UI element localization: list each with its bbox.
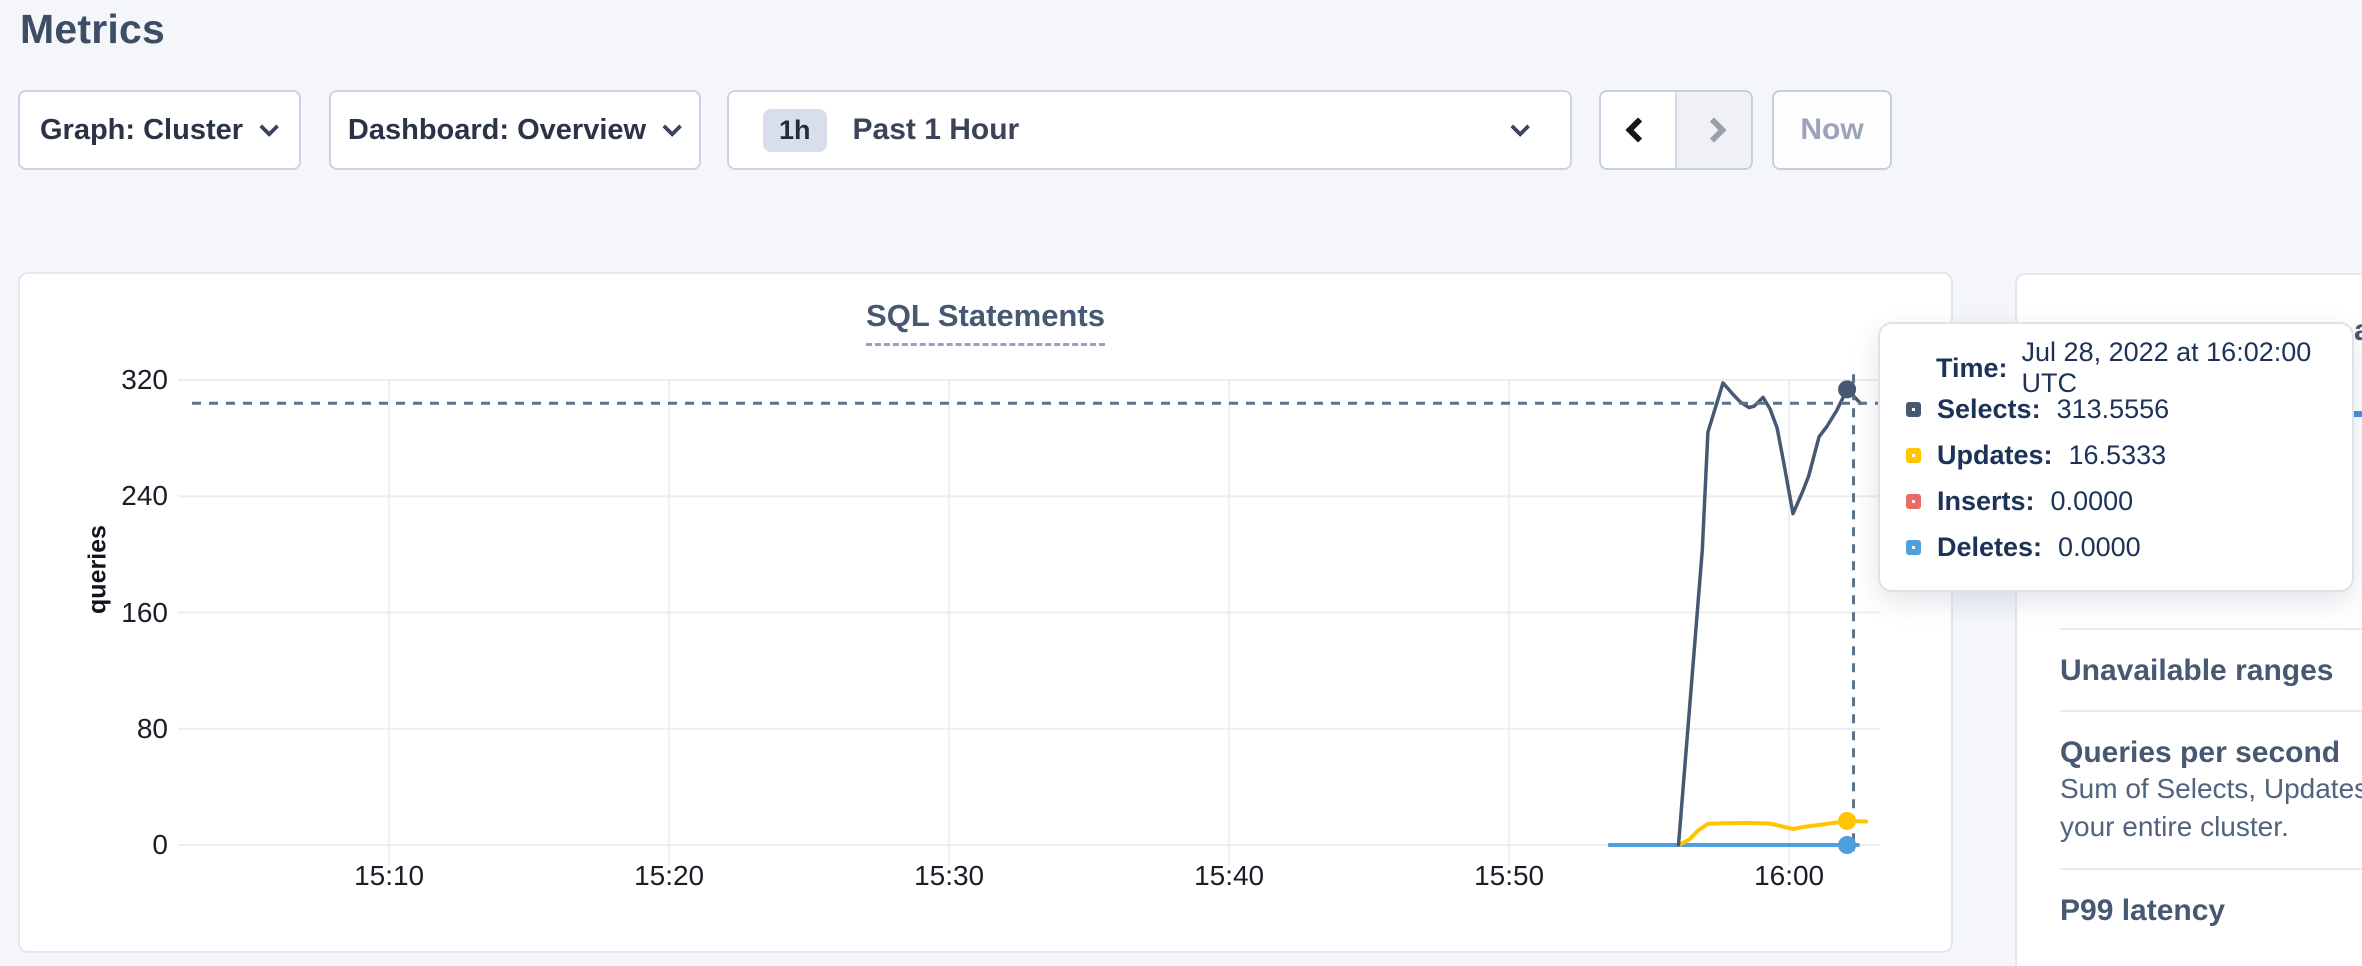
sidebar-section-heading: Unavailable ranges (2060, 654, 2362, 688)
sidebar-section-heading: Queries per second (2060, 736, 2362, 770)
tooltip-series-name: Updates: (1937, 440, 2053, 471)
time-range-badge: 1h (763, 109, 827, 152)
time-pager (1599, 90, 1753, 170)
metrics-page: Metrics Graph: Cluster Dashboard: Overvi… (0, 0, 2362, 966)
sidebar-section-description: Sum of Selects, Updates, Inser (2060, 770, 2362, 808)
chart-title-wrap: SQL Statements (20, 298, 1951, 346)
tooltip-series-name: Selects: (1937, 394, 2041, 425)
tooltip-time-value: Jul 28, 2022 at 16:02:00 UTC (2022, 337, 2328, 399)
y-tick-label: 80 (58, 713, 168, 745)
hover-dot-selects (1838, 380, 1856, 398)
sidebar-section-heading: P99 latency (2060, 894, 2362, 928)
series-swatch-icon (1906, 402, 1921, 417)
sidebar-section: Queries per secondSum of Selects, Update… (2060, 710, 2362, 868)
hover-dot-deletes (1838, 836, 1856, 854)
tooltip-series-value: 313.5556 (2057, 394, 2170, 425)
tooltip-series-name: Deletes: (1937, 532, 2042, 563)
sidebar-section-description: your entire cluster. (2060, 808, 2362, 846)
prev-interval-button[interactable] (1601, 92, 1675, 168)
tooltip-row-updates: Updates: 16.5333 (1906, 433, 2328, 478)
chevron-down-icon (1510, 117, 1530, 137)
time-range-selector[interactable]: 1h Past 1 Hour (727, 90, 1572, 170)
graph-dropdown[interactable]: Graph: Cluster (18, 90, 301, 170)
graph-dropdown-label: Graph: Cluster (40, 114, 243, 147)
chevron-right-icon (1701, 117, 1726, 142)
time-range-label: Past 1 Hour (853, 113, 1020, 147)
now-button[interactable]: Now (1772, 90, 1892, 170)
tooltip-series-name: Inserts: (1937, 486, 2035, 517)
y-tick-label: 160 (58, 597, 168, 629)
dashboard-dropdown-label: Dashboard: Overview (348, 114, 646, 147)
series-line-selects (1679, 383, 1861, 845)
y-tick-label: 0 (58, 829, 168, 861)
hover-dot-updates (1838, 812, 1856, 830)
y-tick-label: 240 (58, 480, 168, 512)
series-swatch-icon (1906, 540, 1921, 555)
tooltip-series-value: 0.0000 (2058, 532, 2141, 563)
clipped-link-fragment (2353, 411, 2362, 417)
sidebar-section: Unavailable ranges (2060, 628, 2362, 710)
series-swatch-icon (1906, 448, 1921, 463)
next-interval-button[interactable] (1675, 92, 1751, 168)
sidebar-sections: Unavailable ranges Queries per secondSum … (2017, 628, 2362, 950)
series-line-updates (1679, 821, 1866, 845)
tooltip-time-row: Time: Jul 28, 2022 at 16:02:00 UTC (1936, 350, 2328, 386)
tooltip-row-inserts: Inserts: 0.0000 (1906, 479, 2328, 524)
tooltip-row-deletes: Deletes: 0.0000 (1906, 525, 2328, 570)
chevron-down-icon (662, 117, 682, 137)
page-title: Metrics (20, 6, 165, 53)
dashboard-dropdown[interactable]: Dashboard: Overview (329, 90, 701, 170)
tooltip-series-value: 0.0000 (2051, 486, 2134, 517)
chevron-down-icon (259, 117, 279, 137)
series-swatch-icon (1906, 494, 1921, 509)
y-tick-label: 320 (58, 364, 168, 396)
tooltip-time-label: Time: (1936, 353, 2008, 384)
tooltip-series-value: 16.5333 (2069, 440, 2167, 471)
chart-tooltip: Time: Jul 28, 2022 at 16:02:00 UTC Selec… (1878, 322, 2354, 592)
chevron-left-icon (1625, 117, 1650, 142)
chart-title[interactable]: SQL Statements (866, 298, 1105, 346)
sidebar-section: P99 latency (2060, 868, 2362, 950)
tooltip-rows: Selects: 313.5556Updates: 16.5333 Inserts: 0… (1906, 387, 2328, 570)
clipped-heading-fragment: a (2354, 314, 2362, 348)
chart-plot-area[interactable] (178, 358, 1880, 870)
